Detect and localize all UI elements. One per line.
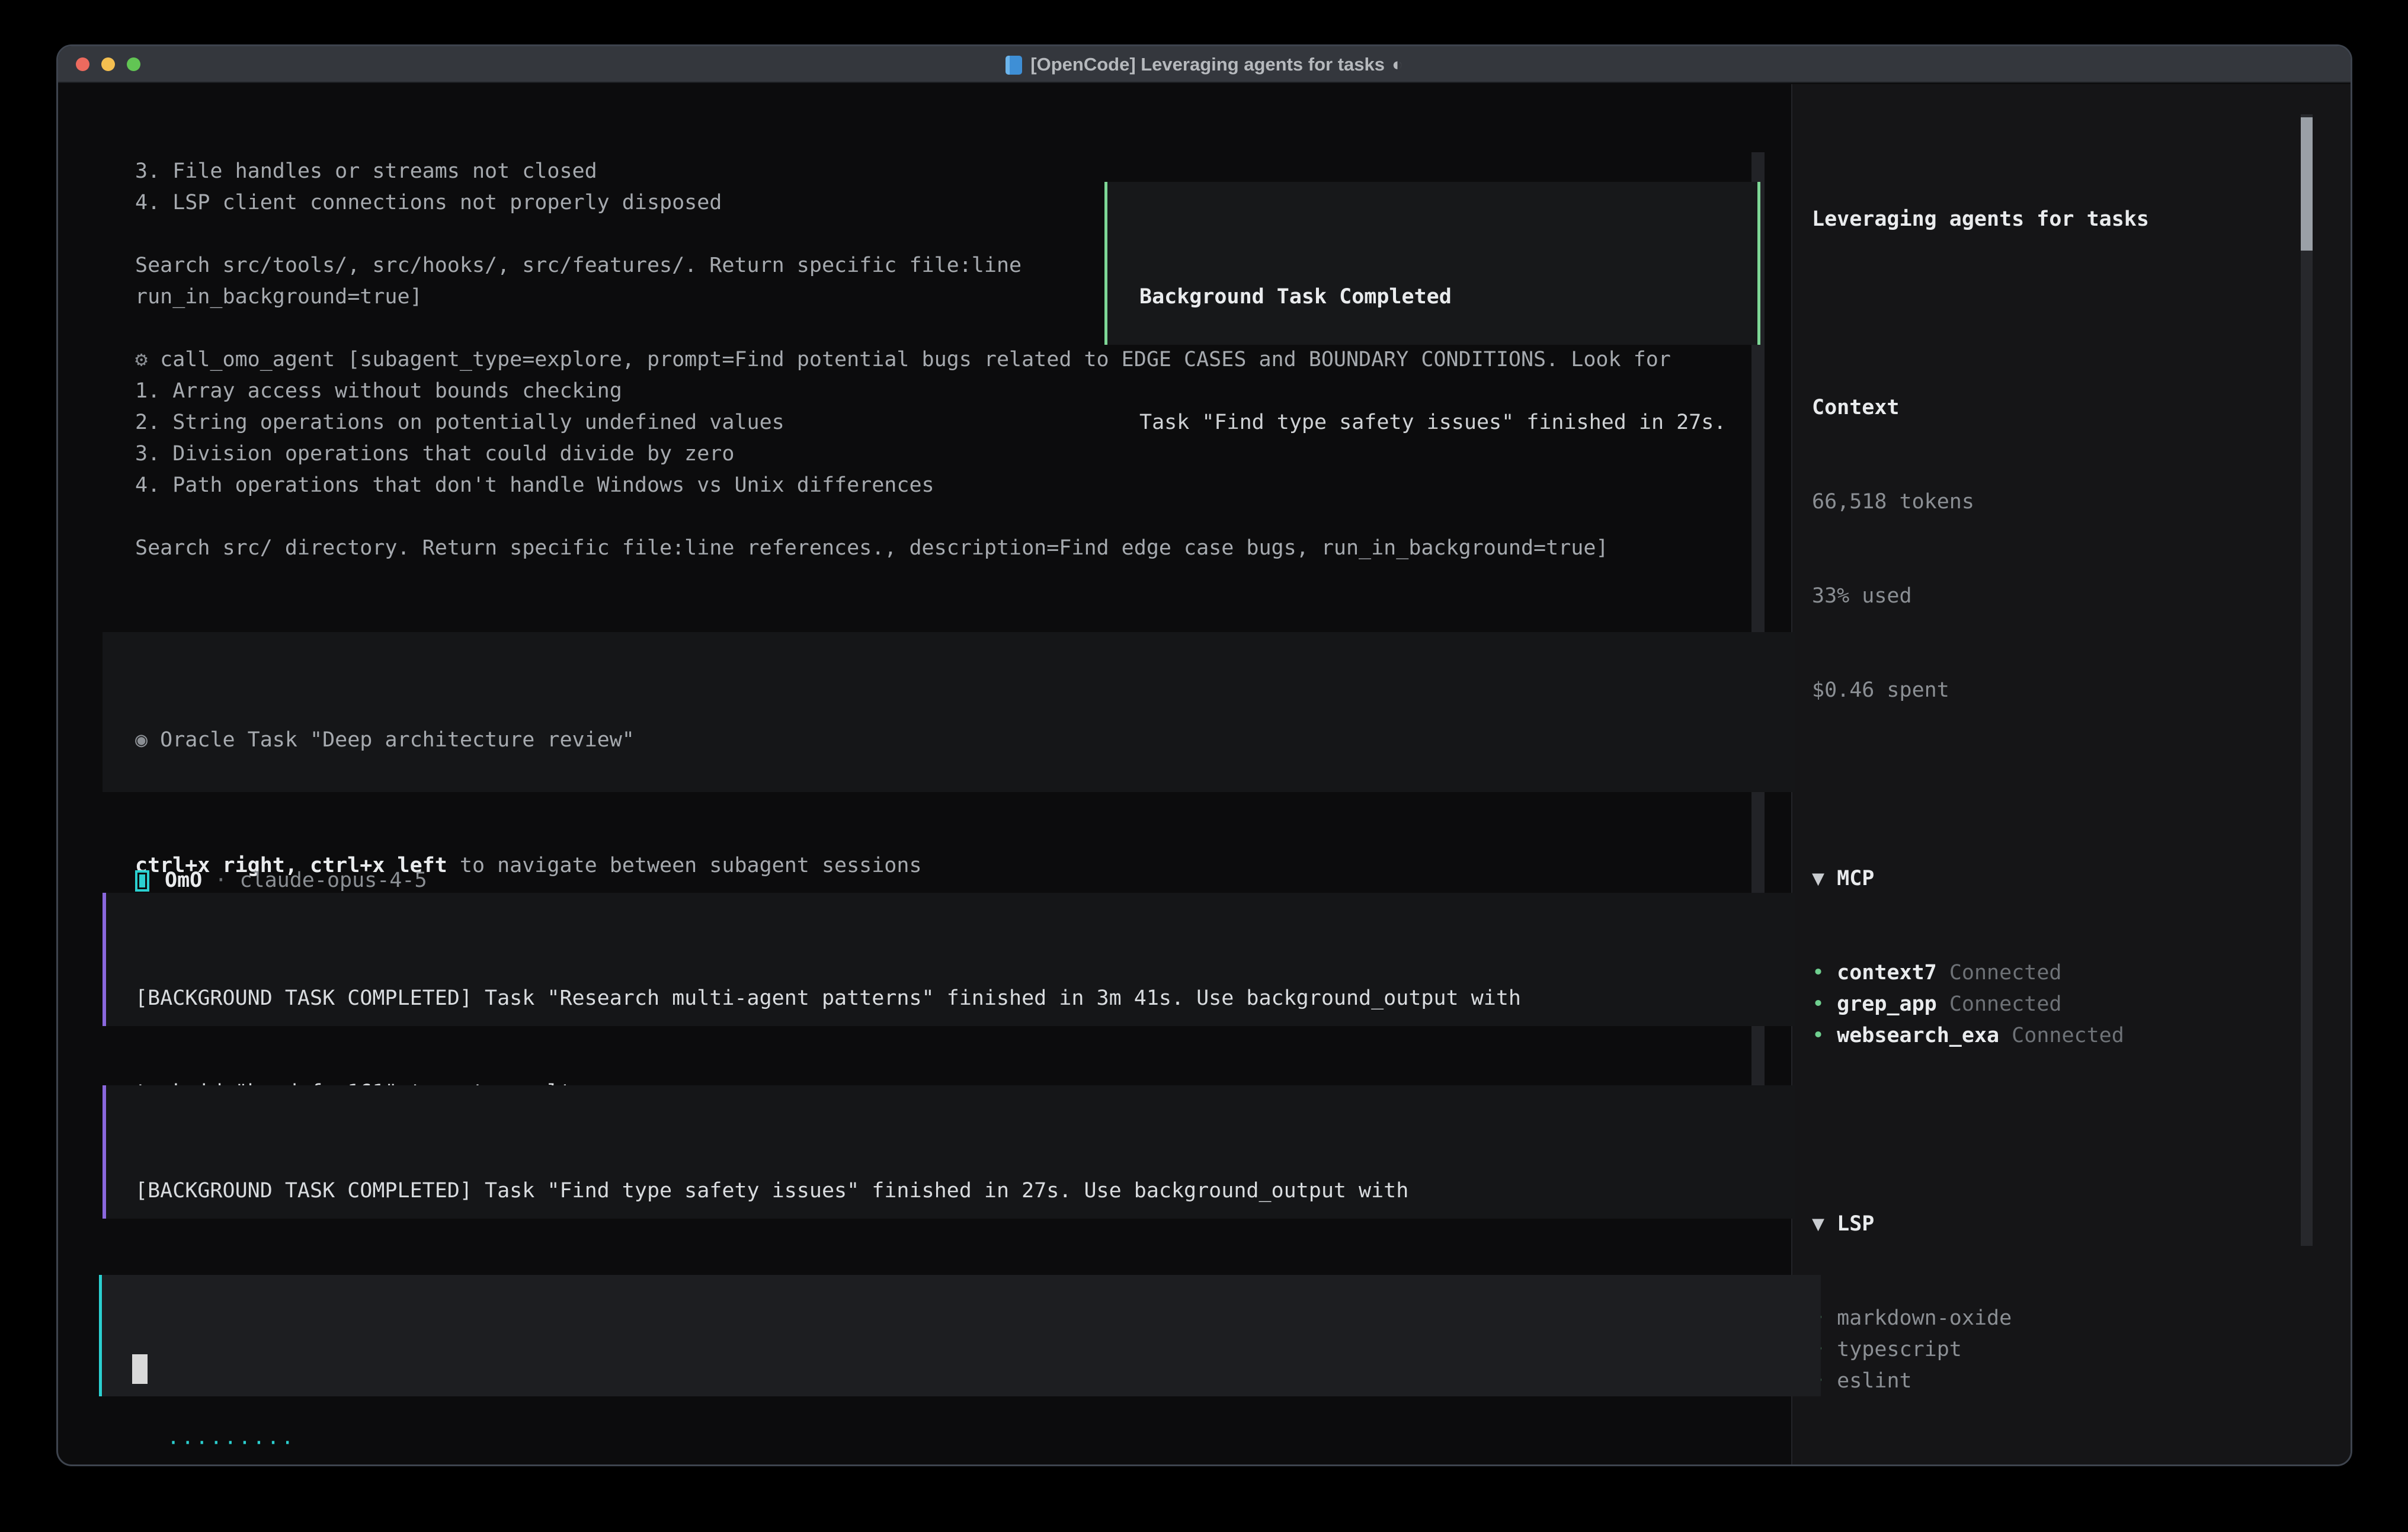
bullet-icon: •: [1812, 1024, 1837, 1047]
esc-hint: esc interrupt: [297, 1459, 459, 1466]
half-circle-icon: ◐: [1392, 49, 1403, 80]
agent-name: OmO: [165, 865, 202, 896]
folder-icon: [1006, 56, 1022, 75]
task-result-block: [BACKGROUND TASK COMPLETED] Task "Resear…: [103, 893, 1795, 1026]
mcp-status: Connected: [1949, 961, 2062, 985]
lsp-name: typescript: [1837, 1338, 1962, 1361]
terminal-line: Search src/ directory. Return specific f…: [135, 533, 1791, 564]
bullet-icon: •: [1812, 961, 1837, 985]
minimize-button[interactable]: [101, 57, 115, 71]
collapse-arrow-icon[interactable]: ▼: [1812, 1212, 1824, 1236]
lsp-item: • typescript: [1812, 1334, 2351, 1366]
traffic-lights: [76, 57, 140, 71]
task-line-1: [BACKGROUND TASK COMPLETED] Task "Resear…: [135, 983, 1795, 1014]
agent-model: claude-opus-4-5: [239, 865, 427, 896]
lsp-item: • markdown-oxide: [1812, 1303, 2351, 1334]
input-cursor-line: [132, 1354, 1821, 1393]
session-title: Leveraging agents for tasks: [1812, 204, 2351, 235]
context-spent: $0.46 spent: [1812, 675, 2351, 706]
lsp-name: markdown-oxide: [1837, 1306, 2012, 1330]
spinner-icon: ·········: [167, 1428, 296, 1459]
opencode-window: [OpenCode] Leveraging agents for tasks ◐…: [56, 44, 2352, 1466]
mcp-status: Connected: [1949, 992, 2062, 1016]
session-sidebar[interactable]: Leveraging agents for tasks Context 66,5…: [1791, 84, 2351, 1464]
text-cursor: [132, 1354, 148, 1384]
agent-session-header[interactable]: OmO · claude-opus-4-5: [135, 865, 427, 896]
prompt-input[interactable]: OmO Opus 4.5 Anthropic: [99, 1275, 1821, 1396]
lsp-section-header[interactable]: ▼ LSP: [1812, 1209, 2351, 1240]
mcp-item: • websearch_exa Connected: [1812, 1020, 2351, 1052]
lsp-item: • eslint: [1812, 1366, 2351, 1397]
close-button[interactable]: [76, 57, 89, 71]
lsp-name: eslint: [1837, 1369, 1911, 1393]
context-used: 33% used: [1812, 581, 2351, 612]
background-task-notification: Background Task Completed Task "Find typ…: [1104, 182, 1760, 345]
mcp-item: • context7 Connected: [1812, 957, 2351, 989]
oracle-task-panel: ◉ Oracle Task "Deep architecture review"…: [103, 632, 1795, 792]
status-bar: ········· esc interrupt tab switch agent…: [58, 1396, 1830, 1428]
mcp-name: grep_app: [1837, 992, 1937, 1016]
mcp-name: websearch_exa: [1837, 1024, 1999, 1047]
mcp-item: • grep_app Connected: [1812, 989, 2351, 1020]
title-bar[interactable]: [OpenCode] Leveraging agents for tasks ◐: [58, 46, 2351, 83]
window-title: [OpenCode] Leveraging agents for tasks: [1030, 49, 1385, 80]
esc-label: interrupt: [347, 1463, 459, 1466]
esc-key[interactable]: esc: [297, 1463, 334, 1466]
mcp-heading: MCP: [1837, 867, 1874, 890]
terminal-line: [135, 501, 1791, 533]
gear-icon: ⚙: [135, 348, 160, 371]
context-heading: Context: [1812, 392, 2351, 424]
collapse-arrow-icon[interactable]: ▼: [1812, 867, 1824, 890]
lsp-heading: LSP: [1837, 1212, 1874, 1236]
sidebar-scrollbar[interactable]: [2301, 114, 2313, 1246]
task-line-1: [BACKGROUND TASK COMPLETED] Task "Find t…: [135, 1175, 1795, 1207]
notification-body: Task "Find type safety issues" finished …: [1139, 407, 1757, 438]
bullet-icon: •: [1812, 992, 1837, 1016]
terminal-main-pane[interactable]: 3. File handles or streams not closed4. …: [58, 84, 1791, 1464]
oracle-title-line: ◉ Oracle Task "Deep architecture review": [135, 725, 1795, 756]
shortcut-hint: to navigate between subagent sessions: [447, 854, 922, 877]
terminal-line: 1. Array access without bounds checking: [135, 376, 1791, 407]
mcp-status: Connected: [2012, 1024, 2124, 1047]
task-result-block: [BACKGROUND TASK COMPLETED] Task "Find t…: [103, 1085, 1795, 1219]
mcp-name: context7: [1837, 961, 1937, 985]
context-tokens: 66,518 tokens: [1812, 486, 2351, 518]
separator-dot: ·: [202, 865, 239, 896]
mcp-section-header[interactable]: ▼ MCP: [1812, 863, 2351, 895]
record-icon: ◉: [135, 728, 148, 752]
agent-square-icon: [135, 870, 149, 892]
sidebar-scrollbar-thumb[interactable]: [2301, 117, 2313, 251]
zoom-button[interactable]: [127, 57, 140, 71]
desktop: { "titlebar": { "title": "[OpenCode] Lev…: [0, 0, 2408, 1532]
notification-title: Background Task Completed: [1139, 281, 1757, 313]
mcp-list: • context7 Connected• grep_app Connected…: [1812, 957, 2351, 1052]
oracle-title: Oracle Task "Deep architecture review": [160, 728, 635, 752]
lsp-list: • markdown-oxide• typescript• eslint: [1812, 1303, 2351, 1397]
